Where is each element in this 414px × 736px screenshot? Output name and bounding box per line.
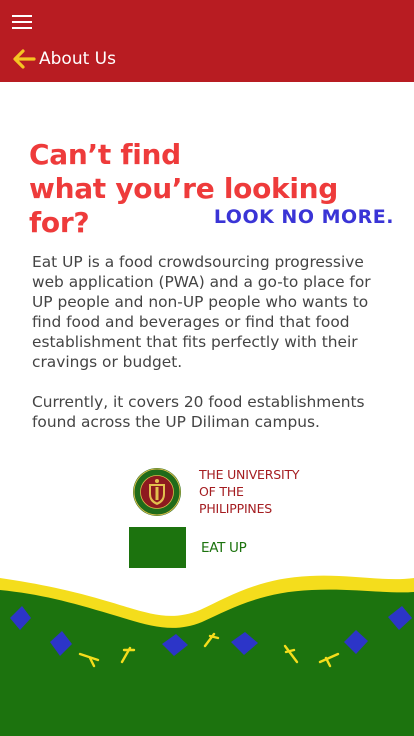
university-name-line-3: PHILIPPINES (199, 501, 273, 516)
headline-line-1: Can’t find (29, 138, 181, 171)
eat-up-logo-mark (129, 527, 186, 568)
hamburger-menu-icon[interactable] (12, 15, 34, 35)
up-seal-icon (133, 467, 181, 516)
eat-up-logo: EAT UP (129, 527, 247, 568)
university-name-line-2: OF THE (199, 484, 244, 499)
university-logo: THE UNIVERSITY OF THE PHILIPPINES (132, 466, 300, 517)
arrow-left-icon[interactable] (12, 48, 36, 70)
university-name-line-1: THE UNIVERSITY (199, 467, 300, 482)
eat-up-label: EAT UP (201, 539, 247, 556)
footer-decoration (0, 575, 414, 736)
back-button[interactable]: About Us (12, 46, 116, 72)
university-name: THE UNIVERSITY OF THE PHILIPPINES (199, 466, 300, 517)
page-title: About Us (39, 49, 116, 69)
app-bar: About Us (0, 0, 414, 82)
about-description: Eat UP is a food crowdsourcing progressi… (32, 252, 382, 452)
description-paragraph-2: Currently, it covers 20 food establishme… (32, 393, 365, 431)
hero-subhead: LOOK NO MORE. (213, 206, 394, 228)
description-paragraph-1: Eat UP is a food crowdsourcing progressi… (32, 253, 371, 371)
